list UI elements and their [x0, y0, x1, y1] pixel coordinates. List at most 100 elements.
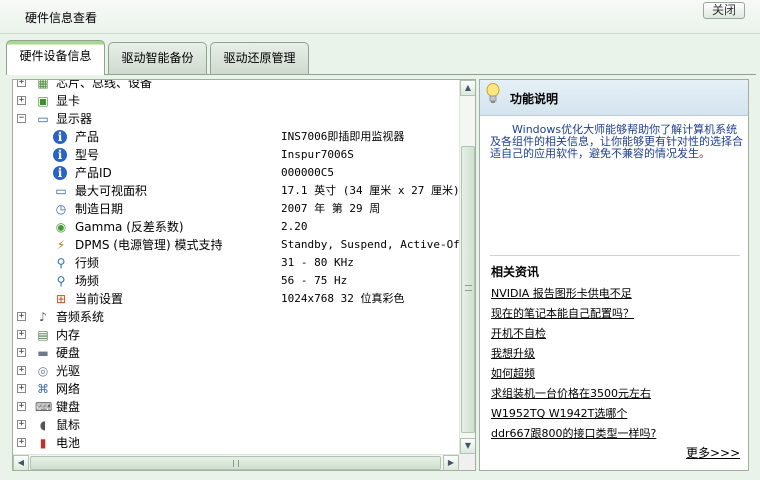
info-icon: i	[53, 166, 67, 180]
tree-node-battery[interactable]: + ▮ 电池	[13, 434, 459, 452]
tree-node-label: 显卡	[56, 94, 81, 108]
tab-hardware-info[interactable]: 硬件设备信息	[6, 40, 105, 75]
tree-node-label: 硬盘	[56, 346, 81, 360]
prop-manufacture-date[interactable]: ◷ 制造日期 2007 年 第 29 周	[13, 200, 459, 218]
news-link[interactable]: 开机不自检	[491, 325, 546, 341]
close-button[interactable]: 关闭	[703, 2, 745, 19]
news-link[interactable]: ddr667跟800的接口类型一样吗?	[491, 425, 656, 441]
more-link[interactable]: 更多>>>	[686, 444, 740, 461]
scroll-up-button[interactable]: ▲	[460, 80, 475, 96]
news-heading: 相关资讯	[491, 265, 540, 279]
tree-node-label: 显示器	[56, 112, 93, 126]
prop-max-visible-area[interactable]: ▭ 最大可视面积 17.1 英寸 (34 厘米 x 27 厘米)	[13, 182, 459, 200]
property-label: 产品ID	[75, 166, 112, 180]
property-value: 2007 年 第 29 周	[281, 202, 381, 215]
mouse-icon: ◖	[39, 418, 47, 432]
tree-node-monitor[interactable]: − ▭ 显示器	[13, 110, 459, 128]
expand-icon[interactable]: +	[17, 438, 26, 447]
expand-icon[interactable]: +	[17, 80, 26, 87]
horizontal-scroll-thumb[interactable]	[30, 456, 441, 470]
vertical-scroll-thumb[interactable]	[461, 146, 475, 433]
expand-icon[interactable]: +	[17, 366, 26, 375]
news-link[interactable]: 现在的笔记本能自己配置吗？	[491, 305, 634, 321]
property-label: 行频	[75, 256, 100, 270]
tree-node-network[interactable]: + ⌘ 网络	[13, 380, 459, 398]
tree-node-label: 音频系统	[56, 310, 105, 324]
property-label: 型号	[75, 148, 100, 162]
hardware-tree: + ▦ 芯片、总线、设备 + ▣ 显卡 − ▭ 显示器 i 产品 INS7006即插即用监视器 i 型号 I…	[13, 80, 459, 454]
windows-logo-icon: ⊞	[55, 292, 67, 306]
news-link[interactable]: 求组装机一台价格在3500元左右	[491, 385, 651, 401]
divider	[490, 255, 740, 256]
prop-model[interactable]: i 型号 Inspur7006S	[13, 146, 459, 164]
scroll-grip-icon	[465, 285, 472, 291]
tree-node-hard-disk[interactable]: + ▬ 硬盘	[13, 344, 459, 362]
tab-driver-backup[interactable]: 驱动智能备份	[108, 42, 207, 74]
scroll-grip-icon	[233, 460, 239, 467]
tree-node-audio[interactable]: + ♪ 音频系统	[13, 308, 459, 326]
prop-gamma[interactable]: ◉ Gamma (反差系数) 2.20	[13, 218, 459, 236]
expand-icon[interactable]: +	[17, 384, 26, 393]
tree-node-memory[interactable]: + ▤ 内存	[13, 326, 459, 344]
feature-description: Windows优化大师能够帮助你了解计算机系统及各组件的相关信息，让你能够更有针…	[490, 123, 743, 160]
tree-node-optical-drive[interactable]: + ◎ 光驱	[13, 362, 459, 380]
prop-horizontal-frequency[interactable]: ⚲ 行频 31 - 80 KHz	[13, 254, 459, 272]
prop-product[interactable]: i 产品 INS7006即插即用监视器	[13, 128, 459, 146]
optical-drive-icon: ◎	[37, 364, 49, 378]
property-label: 当前设置	[75, 292, 124, 306]
scrollbar-corner	[459, 454, 475, 470]
keyboard-icon: ⌨	[35, 400, 53, 414]
vertical-scrollbar[interactable]: ▲ ▼	[459, 80, 475, 454]
memory-icon: ▤	[37, 328, 49, 342]
tree-node-label: 电池	[56, 436, 81, 450]
news-link[interactable]: 我想升级	[491, 345, 535, 361]
tree-node-chipset[interactable]: + ▦ 芯片、总线、设备	[13, 80, 459, 92]
expand-icon[interactable]: +	[17, 312, 26, 321]
property-value: 2.20	[281, 220, 308, 233]
lightbulb-icon	[486, 83, 500, 103]
hard-disk-icon: ▬	[37, 346, 49, 360]
tree-node-label: 芯片、总线、设备	[56, 80, 153, 90]
hardware-tree-panel: + ▦ 芯片、总线、设备 + ▣ 显卡 − ▭ 显示器 i 产品 INS7006即插即用监视器 i 型号 I…	[12, 79, 476, 471]
expand-icon[interactable]: +	[17, 402, 26, 411]
scroll-left-button[interactable]: ◀	[13, 455, 29, 470]
prop-dpms[interactable]: ⚡ DPMS (电源管理) 模式支持 Standby, Suspend, Activ…	[13, 236, 459, 254]
side-panel-title: 功能说明	[510, 92, 559, 106]
property-value: 17.1 英寸 (34 厘米 x 27 厘米)	[281, 184, 459, 197]
expand-icon[interactable]: +	[17, 330, 26, 339]
news-link[interactable]: NVIDIA 报告图形卡供电不足	[491, 285, 632, 301]
tree-node-mouse[interactable]: + ◖ 鼠标	[13, 416, 459, 434]
info-icon: i	[53, 130, 67, 144]
expand-icon[interactable]: +	[17, 420, 26, 429]
tree-node-label: 光驱	[56, 364, 81, 378]
clock-icon: ◷	[55, 202, 67, 216]
speaker-icon: ♪	[39, 310, 47, 324]
horizontal-scrollbar[interactable]: ◀ ▶	[13, 454, 459, 470]
prop-current-settings[interactable]: ⊞ 当前设置 1024x768 32 位真彩色	[13, 290, 459, 308]
tree-node-keyboard[interactable]: + ⌨ 键盘	[13, 398, 459, 416]
search-icon: ⚲	[56, 256, 66, 270]
power-management-icon: ⚡	[56, 238, 66, 252]
collapse-icon[interactable]: −	[17, 114, 26, 123]
expand-icon[interactable]: +	[17, 96, 26, 105]
property-label: 产品	[75, 130, 100, 144]
prop-vertical-frequency[interactable]: ⚲ 场频 56 - 75 Hz	[13, 272, 459, 290]
news-link[interactable]: 如何超频	[491, 365, 535, 381]
tab-driver-restore[interactable]: 驱动还原管理	[210, 42, 309, 74]
info-icon: i	[53, 148, 67, 162]
battery-icon: ▮	[39, 436, 47, 450]
tree-node-graphics-card[interactable]: + ▣ 显卡	[13, 92, 459, 110]
scroll-right-button[interactable]: ▶	[443, 455, 459, 470]
scroll-down-button[interactable]: ▼	[460, 438, 475, 454]
property-label: 制造日期	[75, 202, 124, 216]
prop-product-id[interactable]: i 产品ID 000000C5	[13, 164, 459, 182]
expand-icon[interactable]: +	[17, 348, 26, 357]
property-value: 56 - 75 Hz	[281, 274, 348, 287]
tree-node-label: 键盘	[56, 400, 81, 414]
tree-node-label: 网络	[56, 382, 81, 396]
news-link[interactable]: W1952TQ W1942T选哪个	[491, 405, 627, 421]
property-value: INS7006即插即用监视器	[281, 130, 405, 143]
tree-node-label: 内存	[56, 328, 81, 342]
graphics-card-icon: ▣	[37, 94, 49, 108]
title-bar: 硬件信息查看 关闭	[0, 0, 760, 34]
